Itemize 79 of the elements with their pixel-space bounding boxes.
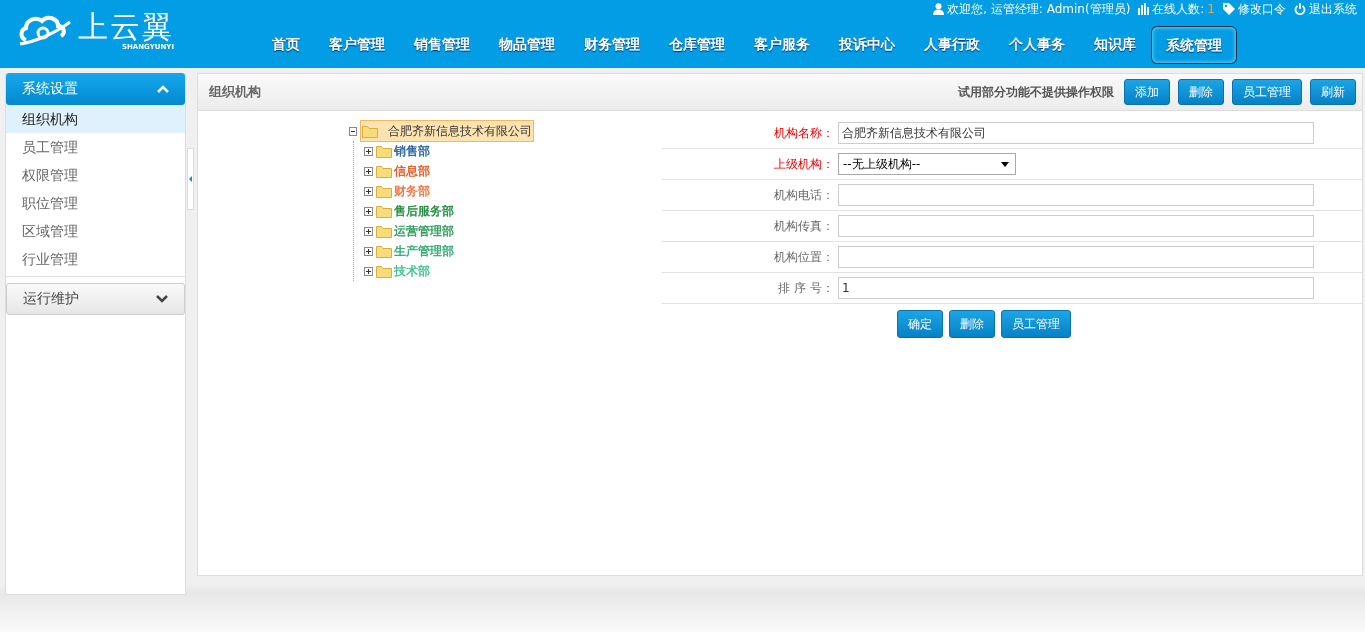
collapse-handle[interactable] bbox=[187, 148, 194, 210]
expand-toggle-icon[interactable] bbox=[363, 226, 373, 236]
dropdown-arrow-icon[interactable] bbox=[1001, 161, 1009, 167]
power-icon bbox=[1294, 3, 1306, 15]
change-password-link[interactable]: 修改口令 bbox=[1238, 1, 1286, 17]
input-field[interactable] bbox=[838, 184, 1314, 206]
sidebar-item[interactable]: 行业管理 bbox=[6, 245, 185, 273]
nav-tab[interactable]: 客户管理 bbox=[315, 26, 399, 62]
folder-icon bbox=[375, 204, 392, 218]
tag-icon bbox=[1223, 3, 1235, 15]
folder-icon bbox=[375, 144, 392, 158]
nav-tab[interactable]: 系统管理 bbox=[1151, 26, 1237, 64]
field-label: 排 序 号： bbox=[777, 279, 835, 297]
form-button[interactable]: 员工管理 bbox=[1001, 310, 1071, 338]
nav-tab[interactable]: 客户服务 bbox=[740, 26, 824, 62]
nav-tab[interactable]: 个人事务 bbox=[995, 26, 1079, 62]
welcome-text: 欢迎您, 运管经理: Admin(管理员) bbox=[947, 1, 1131, 17]
chevron-up-icon bbox=[157, 85, 169, 93]
sidebar-item[interactable]: 员工管理 bbox=[6, 133, 185, 161]
online-count-label: 在线人数: bbox=[1152, 1, 1205, 17]
tree-item[interactable]: 生产管理部 bbox=[393, 242, 454, 260]
field-label: 机构名称： bbox=[773, 124, 835, 142]
expand-toggle-icon[interactable] bbox=[363, 186, 373, 196]
folder-icon bbox=[375, 164, 392, 178]
folder-icon bbox=[362, 124, 379, 138]
tree-item[interactable]: 销售部 bbox=[393, 142, 430, 160]
field-label: 上级机构： bbox=[773, 155, 835, 173]
toolbar-button[interactable]: 添加 bbox=[1124, 79, 1170, 105]
sidebar-item[interactable]: 权限管理 bbox=[6, 161, 185, 189]
expand-toggle-icon[interactable] bbox=[363, 266, 373, 276]
sidebar-group-header[interactable]: 运行维护 bbox=[6, 283, 185, 315]
folder-icon bbox=[375, 264, 392, 278]
notice-text: 试用部分功能不提供操作权限 bbox=[958, 83, 1114, 101]
bar-chart-icon bbox=[1138, 3, 1150, 15]
input-field[interactable]: 合肥齐新信息技术有限公司 bbox=[838, 122, 1314, 144]
form-button[interactable]: 删除 bbox=[949, 310, 995, 338]
panel-title: 组织机构 bbox=[209, 83, 262, 101]
expand-toggle-icon[interactable] bbox=[363, 246, 373, 256]
online-count: 1 bbox=[1207, 1, 1215, 17]
folder-icon bbox=[375, 224, 392, 238]
tree-item[interactable]: 售后服务部 bbox=[393, 202, 454, 220]
nav-tab[interactable]: 物品管理 bbox=[485, 26, 569, 62]
tree-item[interactable]: 技术部 bbox=[393, 262, 430, 280]
field-label: 机构传真： bbox=[773, 217, 835, 235]
sidebar-item[interactable]: 职位管理 bbox=[6, 189, 185, 217]
form-button[interactable]: 确定 bbox=[897, 310, 943, 338]
toolbar-button[interactable]: 删除 bbox=[1178, 79, 1224, 105]
field-label: 机构电话： bbox=[773, 186, 835, 204]
user-icon bbox=[933, 3, 945, 15]
sidebar-item[interactable]: 区域管理 bbox=[6, 217, 185, 245]
toolbar-button[interactable]: 员工管理 bbox=[1232, 79, 1302, 105]
nav-tab[interactable]: 投诉中心 bbox=[825, 26, 909, 62]
tree-item[interactable]: 财务部 bbox=[393, 182, 430, 200]
nav-tab[interactable]: 财务管理 bbox=[570, 26, 654, 62]
nav-tab[interactable]: 仓库管理 bbox=[655, 26, 739, 62]
tree-item[interactable]: 运营管理部 bbox=[393, 222, 454, 240]
folder-icon bbox=[375, 184, 392, 198]
expand-toggle-icon[interactable] bbox=[363, 206, 373, 216]
parent-dropdown[interactable]: --无上级机构-- bbox=[838, 153, 1016, 175]
collapse-toggle-icon[interactable] bbox=[348, 126, 358, 136]
input-field[interactable] bbox=[838, 246, 1314, 268]
tree-item[interactable]: 信息部 bbox=[393, 162, 430, 180]
sidebar-group-header[interactable]: 系统设置 bbox=[6, 73, 185, 105]
nav-tab[interactable]: 首页 bbox=[258, 26, 314, 62]
tree-item[interactable]: 合肥齐新信息技术有限公司 bbox=[387, 122, 532, 140]
input-field[interactable]: 1 bbox=[838, 277, 1314, 299]
field-label: 机构位置： bbox=[773, 248, 835, 266]
expand-toggle-icon[interactable] bbox=[363, 166, 373, 176]
logo-text: 上云翼 bbox=[78, 12, 174, 42]
nav-tab[interactable]: 人事行政 bbox=[910, 26, 994, 62]
nav-tab[interactable]: 知识库 bbox=[1080, 26, 1150, 62]
sidebar-item[interactable]: 组织机构 bbox=[6, 105, 185, 133]
input-field[interactable] bbox=[838, 215, 1314, 237]
chevron-down-icon bbox=[156, 295, 168, 303]
nav-tab[interactable]: 销售管理 bbox=[400, 26, 484, 62]
logout-link[interactable]: 退出系统 bbox=[1309, 1, 1357, 17]
expand-toggle-icon[interactable] bbox=[363, 146, 373, 156]
toolbar-button[interactable]: 刷新 bbox=[1310, 79, 1356, 105]
folder-icon bbox=[375, 244, 392, 258]
